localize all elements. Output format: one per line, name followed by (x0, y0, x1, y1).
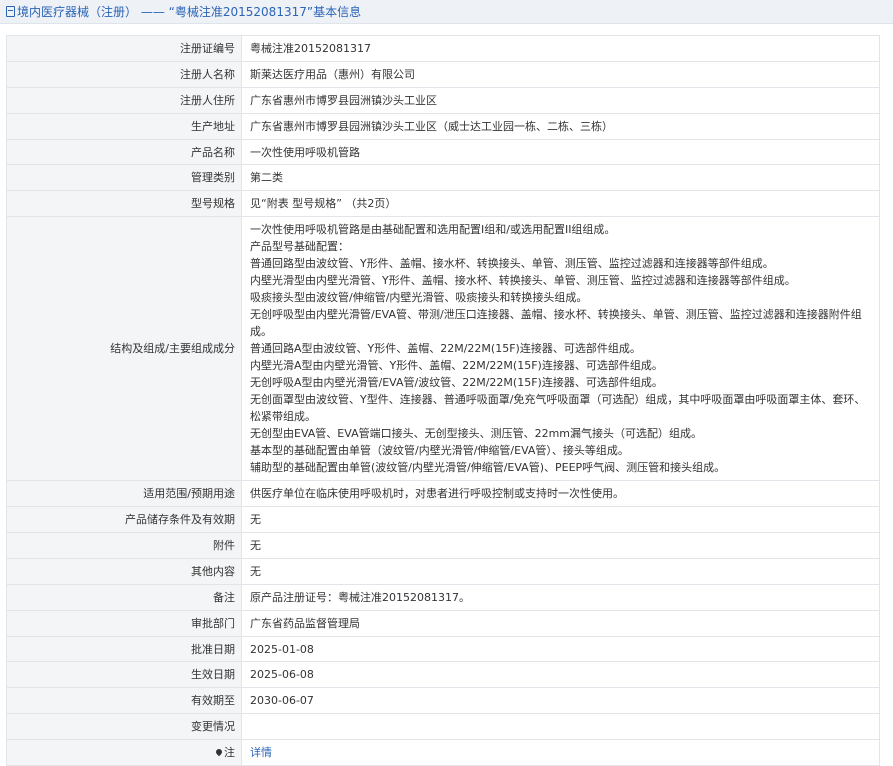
structure-line: 一次性使用呼吸机管路是由基础配置和选用配置I组和/或选用配置II组组成。 (250, 223, 616, 237)
row-label: 审批部门 (6, 609, 242, 637)
structure-line: 无创型由EVA管、EVA管端口接头、无创型接头、测压管、22mm漏气接头（可选配… (250, 427, 703, 441)
row-value: 斯莱达医疗用品（惠州）有限公司 (241, 60, 880, 88)
table-row: 型号规格 见“附表 型号规格” （共2页） (6, 190, 880, 218)
row-label: 产品名称 (6, 138, 242, 166)
row-value: 一次性使用呼吸机管路 (241, 138, 880, 166)
table-row: 审批部门 广东省药品监督管理局 (6, 609, 880, 637)
row-value: 无 (241, 506, 880, 534)
table-row: 注册人名称 斯莱达医疗用品（惠州）有限公司 (6, 60, 880, 88)
structure-line: 吸痰接头型由波纹管/伸缩管/内壁光滑管、吸痰接头和转换接头组成。 (250, 291, 588, 305)
header-category: 境内医疗器械（注册） (17, 5, 138, 19)
row-label: 备注 (6, 583, 242, 611)
table-row: 备注 原产品注册证号：粤械注准20152081317。 (6, 583, 880, 611)
table-row: 注册人住所 广东省惠州市博罗县园洲镇沙头工业区 (6, 86, 880, 114)
row-label: 附件 (6, 532, 242, 559)
row-value: 广东省惠州市博罗县园洲镇沙头工业区 (241, 86, 880, 114)
table-row: 附件 无 (6, 532, 880, 559)
row-value: 见“附表 型号规格” （共2页） (241, 190, 880, 218)
row-value: 广东省药品监督管理局 (241, 609, 880, 637)
structure-line: 普通回路A型由波纹管、Y形件、盖帽、22M/22M(15F)连接器、可选部件组成… (250, 342, 641, 356)
row-label: 注册人名称 (6, 60, 242, 88)
location-pin-icon (214, 747, 224, 757)
info-table-wrapper: 注册证编号 粤械注准20152081317 注册人名称 斯莱达医疗用品（惠州）有… (6, 35, 880, 766)
row-label: 其他内容 (6, 557, 242, 585)
header-title: “粤械注准20152081317”基本信息 (168, 5, 362, 19)
table-row: 批准日期 2025-01-08 (6, 635, 880, 663)
header-separator: —— (137, 5, 169, 19)
row-label: 管理类别 (6, 164, 242, 192)
row-label: 生产地址 (6, 112, 242, 140)
row-label: 注册证编号 (6, 35, 242, 62)
table-row-structure: 结构及组成/主要组成成分 一次性使用呼吸机管路是由基础配置和选用配置I组和/或选… (6, 216, 880, 482)
row-label: 产品储存条件及有效期 (6, 506, 242, 534)
table-row: 适用范围/预期用途 供医疗单位在临床使用呼吸机时，对患者进行呼吸控制或支持时一次… (6, 480, 880, 508)
table-row: 产品名称 一次性使用呼吸机管路 (6, 138, 880, 166)
structure-line: 辅助型的基础配置由单管(波纹管/内壁光滑管/伸缩管/EVA管)、PEEP呼气阀、… (250, 461, 726, 475)
structure-line: 无创呼吸型由内壁光滑管/EVA管、带测/泄压口连接器、盖帽、接水杯、转换接头、单… (250, 308, 862, 339)
table-row: 有效期至 2030-06-07 (6, 687, 880, 715)
table-row: 生产地址 广东省惠州市博罗县园洲镇沙头工业区（威士达工业园一栋、二栋、三栋） (6, 112, 880, 140)
row-value: 第二类 (241, 164, 880, 192)
table-row: 管理类别 第二类 (6, 164, 880, 192)
structure-text: 一次性使用呼吸机管路是由基础配置和选用配置I组和/或选用配置II组组成。 产品型… (241, 216, 880, 482)
row-value: 原产品注册证号：粤械注准20152081317。 (241, 583, 880, 611)
structure-line: 无创呼吸A型由内壁光滑管/EVA管/波纹管、22M/22M(15F)连接器、可选… (250, 376, 663, 390)
details-link[interactable]: 详情 (250, 746, 272, 759)
table-row: 注册证编号 粤械注准20152081317 (6, 35, 880, 62)
row-value: 2025-01-08 (241, 635, 880, 663)
structure-line: 普通回路型由波纹管、Y形件、盖帽、接水杯、转换接头、单管、测压管、监控过滤器和连… (250, 257, 774, 271)
structure-line: 无创面罩型由波纹管、Y型件、连接器、普通呼吸面罩/免充气呼吸面罩（可选配）组成，… (250, 393, 866, 424)
table-row: 产品储存条件及有效期 无 (6, 506, 880, 534)
structure-line: 内壁光滑型由内壁光滑管、Y形件、盖帽、接水杯、转换接头、单管、测压管、监控过滤器… (250, 274, 796, 288)
document-icon (6, 6, 15, 17)
row-label: 型号规格 (6, 190, 242, 218)
table-row: 变更情况 (6, 713, 880, 741)
row-label: 结构及组成/主要组成成分 (6, 216, 242, 482)
table-row: 生效日期 2025-06-08 (6, 661, 880, 689)
row-value: 无 (241, 532, 880, 559)
row-value: 2025-06-08 (241, 661, 880, 689)
row-value: 粤械注准20152081317 (241, 35, 880, 62)
row-label: 变更情况 (6, 713, 242, 741)
structure-line: 基本型的基础配置由单管（波纹管/内壁光滑管/伸缩管/EVA管）、接头等组成。 (250, 444, 629, 458)
structure-line: 产品型号基础配置： (250, 240, 349, 254)
row-value: 无 (241, 557, 880, 585)
table-row-note: 注 详情 (6, 739, 880, 766)
row-label: 适用范围/预期用途 (6, 480, 242, 508)
row-value: 供医疗单位在临床使用呼吸机时，对患者进行呼吸控制或支持时一次性使用。 (241, 480, 880, 508)
row-label: 有效期至 (6, 687, 242, 715)
row-value: 广东省惠州市博罗县园洲镇沙头工业区（威士达工业园一栋、二栋、三栋） (241, 112, 880, 140)
note-label: 注 (224, 746, 235, 760)
row-value (241, 713, 880, 741)
note-value-cell: 详情 (241, 739, 880, 766)
structure-line: 内壁光滑A型由内壁光滑管、Y形件、盖帽、22M/22M(15F)连接器、可选部件… (250, 359, 663, 373)
table-row: 其他内容 无 (6, 557, 880, 585)
page-header: 境内医疗器械（注册） —— “粤械注准20152081317”基本信息 (0, 0, 893, 24)
row-value: 2030-06-07 (241, 687, 880, 715)
row-label: 批准日期 (6, 635, 242, 663)
note-label-cell: 注 (6, 739, 242, 766)
row-label: 生效日期 (6, 661, 242, 689)
row-label: 注册人住所 (6, 86, 242, 114)
info-table: 注册证编号 粤械注准20152081317 注册人名称 斯莱达医疗用品（惠州）有… (6, 35, 880, 766)
